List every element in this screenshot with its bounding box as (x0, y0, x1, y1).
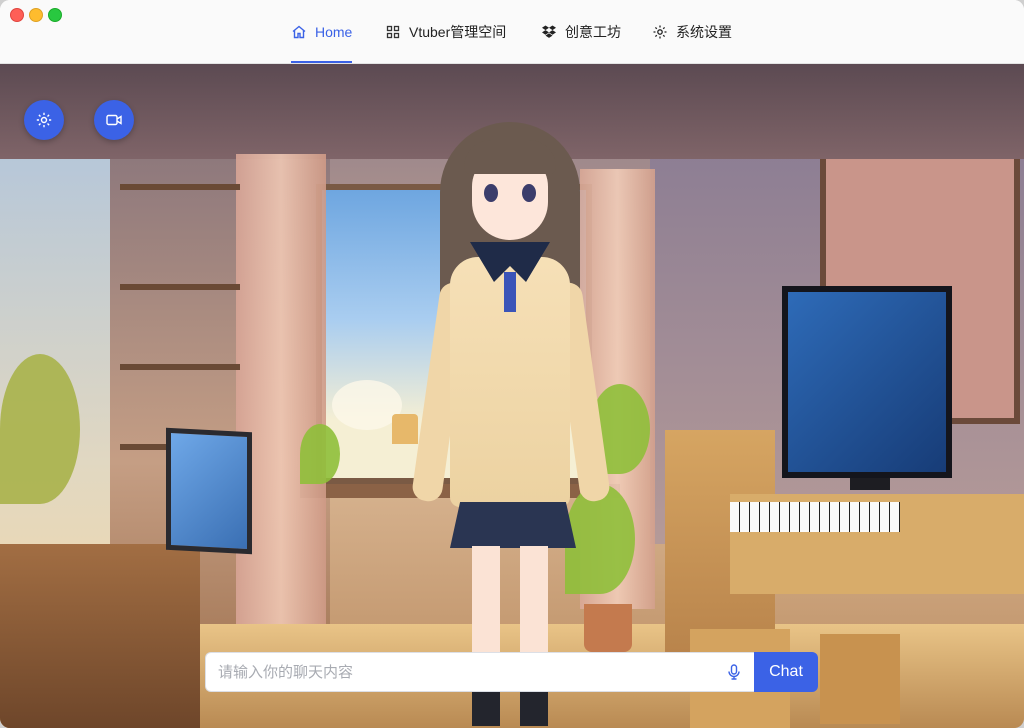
grid-icon (386, 25, 400, 38)
microphone-icon[interactable] (725, 663, 743, 681)
plant-leaves (300, 424, 340, 484)
tab-vtuber-management-label: Vtuber管理空间 (409, 23, 507, 40)
avatar-eye (522, 184, 536, 202)
tab-system-settings-label: 系统设置 (676, 23, 732, 40)
avatar-ribbon (504, 272, 516, 312)
settings-button[interactable] (24, 100, 64, 140)
avatar-skirt (450, 502, 576, 548)
tab-creative-workshop[interactable]: 创意工坊 (541, 0, 621, 63)
top-nav: Home Vtuber管理空间 创意工坊 系统设置 (0, 0, 1024, 63)
chat-send-button[interactable]: Chat (754, 652, 818, 692)
vtuber-stage (0, 64, 1024, 728)
bookshelf (120, 184, 240, 190)
home-icon (292, 25, 306, 38)
app-window: Home Vtuber管理空间 创意工坊 系统设置 请输入你的聊天内容 Chat (0, 0, 1024, 728)
avatar-eye (484, 184, 498, 202)
computer-monitor (782, 286, 952, 478)
gear-icon (36, 112, 52, 128)
camera-button[interactable] (94, 100, 134, 140)
tablet-screen (166, 427, 252, 555)
chat-input[interactable] (205, 652, 754, 692)
avatar-leg (472, 546, 500, 726)
piano-keys (730, 502, 900, 532)
tab-home-label: Home (315, 23, 353, 40)
vtuber-avatar[interactable] (410, 122, 612, 728)
desk-lamp (392, 414, 418, 444)
avatar-leg (520, 546, 548, 726)
tab-home[interactable]: Home (291, 0, 353, 63)
camera-icon (106, 114, 122, 126)
tab-vtuber-management[interactable]: Vtuber管理空间 (385, 0, 506, 63)
monitor-stand (850, 478, 890, 490)
tab-creative-workshop-label: 创意工坊 (565, 23, 621, 40)
chat-bar: Chat (205, 652, 818, 692)
gear-icon (653, 25, 667, 38)
desk-left (0, 544, 200, 728)
title-bar: Home Vtuber管理空间 创意工坊 系统设置 (0, 0, 1024, 64)
plant-leaves (0, 354, 80, 504)
avatar-bangs (464, 140, 556, 174)
tab-system-settings[interactable]: 系统设置 (652, 0, 732, 63)
dropbox-icon (542, 25, 556, 38)
cardboard-box (820, 634, 900, 724)
